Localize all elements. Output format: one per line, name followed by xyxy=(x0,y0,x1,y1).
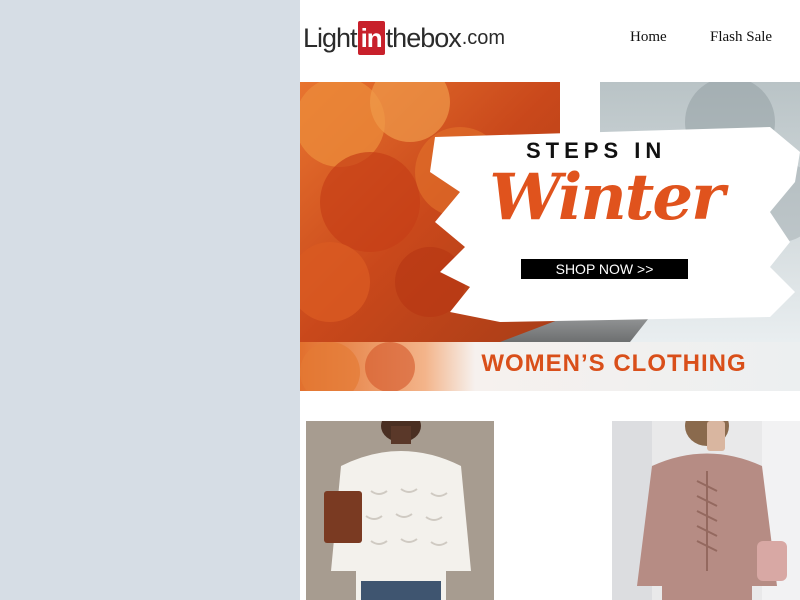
product-image-pink-sweater[interactable] xyxy=(612,421,800,600)
logo-badge: in xyxy=(357,21,385,55)
shop-now-button[interactable]: SHOP NOW >> xyxy=(521,259,688,279)
product-image-white-sweater[interactable] xyxy=(306,421,494,600)
logo-text-com: .com xyxy=(461,26,506,49)
nav-flash-sale-link[interactable]: Flash Sale xyxy=(710,29,772,46)
nav-home-link[interactable]: Home xyxy=(630,29,667,46)
hero-winter-text: Winter xyxy=(489,160,725,235)
lightinthebox-logo[interactable]: Light in thebox .com xyxy=(303,18,505,58)
hero-banner[interactable]: STEPS IN Winter SHOP NOW >> WOMEN’S CLOT… xyxy=(300,82,800,391)
hero-background-image xyxy=(300,82,800,391)
logo-text-thebox: thebox xyxy=(385,22,462,53)
logo-text-light: Light xyxy=(303,22,358,53)
hero-womens-clothing-text: WOMEN’S CLOTHING xyxy=(481,350,747,377)
email-content: Light in thebox .com Home Flash Sale STE… xyxy=(300,0,800,600)
